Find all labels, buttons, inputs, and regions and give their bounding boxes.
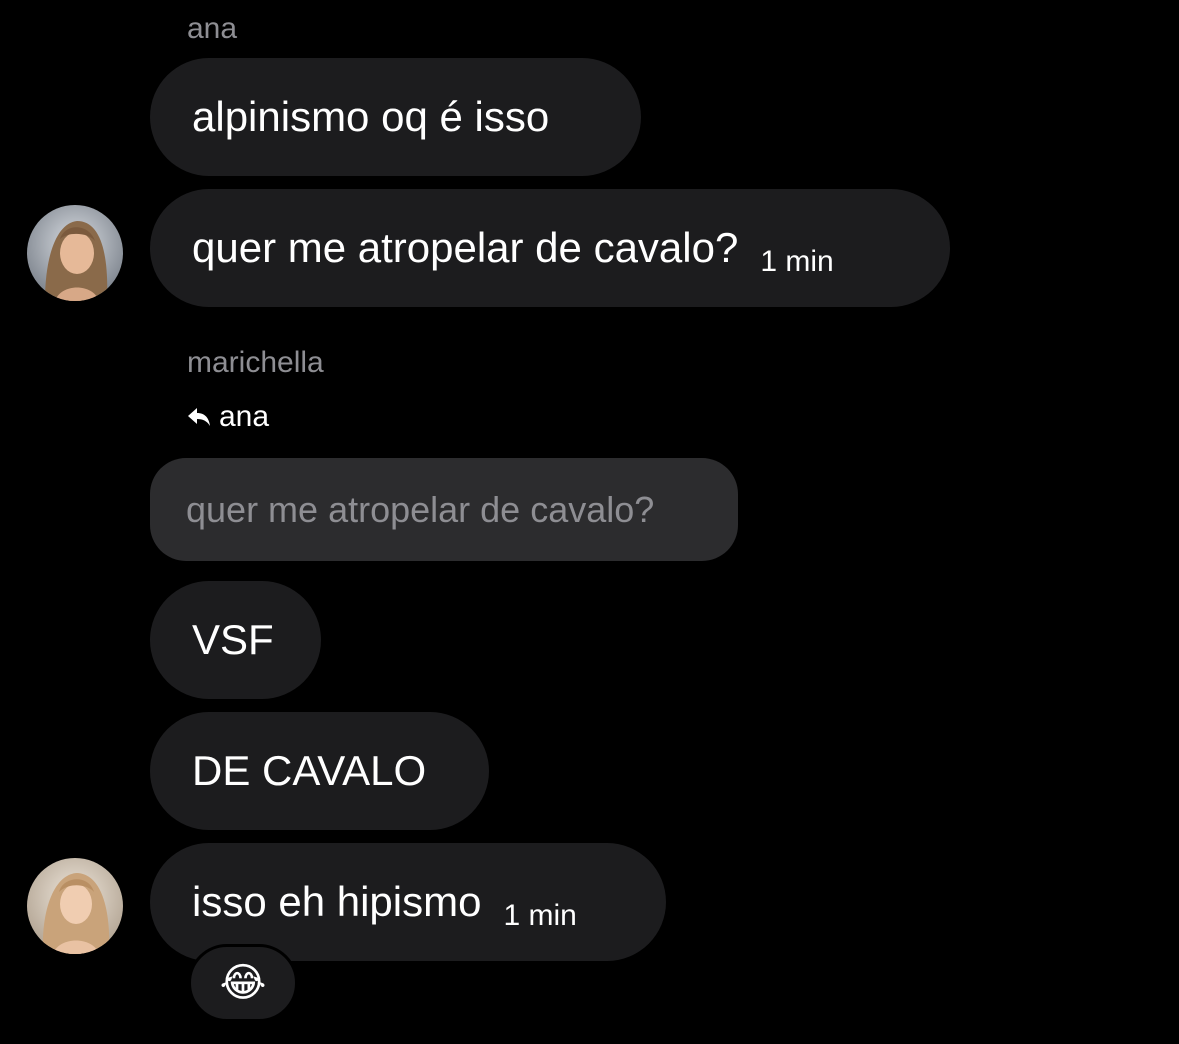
message-text: VSF (192, 616, 274, 663)
laughing-emoji-icon: 😂 (219, 961, 267, 1005)
profile-photo-icon (27, 858, 123, 954)
message-text: quer me atropelar de cavalo? (192, 224, 739, 271)
quoted-message[interactable]: quer me atropelar de cavalo? (150, 458, 738, 561)
message-bubble[interactable]: DE CAVALO (150, 712, 489, 830)
quoted-message-text: quer me atropelar de cavalo? (186, 488, 655, 530)
message-text: DE CAVALO (192, 747, 427, 794)
reply-arrow-icon (188, 408, 210, 426)
message-bubble[interactable]: quer me atropelar de cavalo? 1 min (150, 189, 950, 307)
message-bubble[interactable]: alpinismo oq é isso (150, 58, 641, 176)
message-timestamp: 1 min (760, 245, 834, 278)
reaction-badge[interactable]: 😂 (188, 944, 298, 1022)
message-timestamp: 1 min (503, 899, 577, 932)
sender-name-ana: ana (187, 12, 238, 45)
avatar-ana[interactable] (27, 205, 123, 301)
message-text: alpinismo oq é isso (192, 93, 550, 140)
sender-name-marichella: marichella (187, 346, 324, 379)
message-text: isso eh hipismo (192, 878, 482, 925)
message-bubble[interactable]: VSF (150, 581, 321, 699)
avatar-marichella[interactable] (27, 858, 123, 954)
reply-to-name: ana (219, 400, 270, 433)
profile-photo-icon (27, 205, 123, 301)
reply-indicator: ana (187, 402, 269, 432)
